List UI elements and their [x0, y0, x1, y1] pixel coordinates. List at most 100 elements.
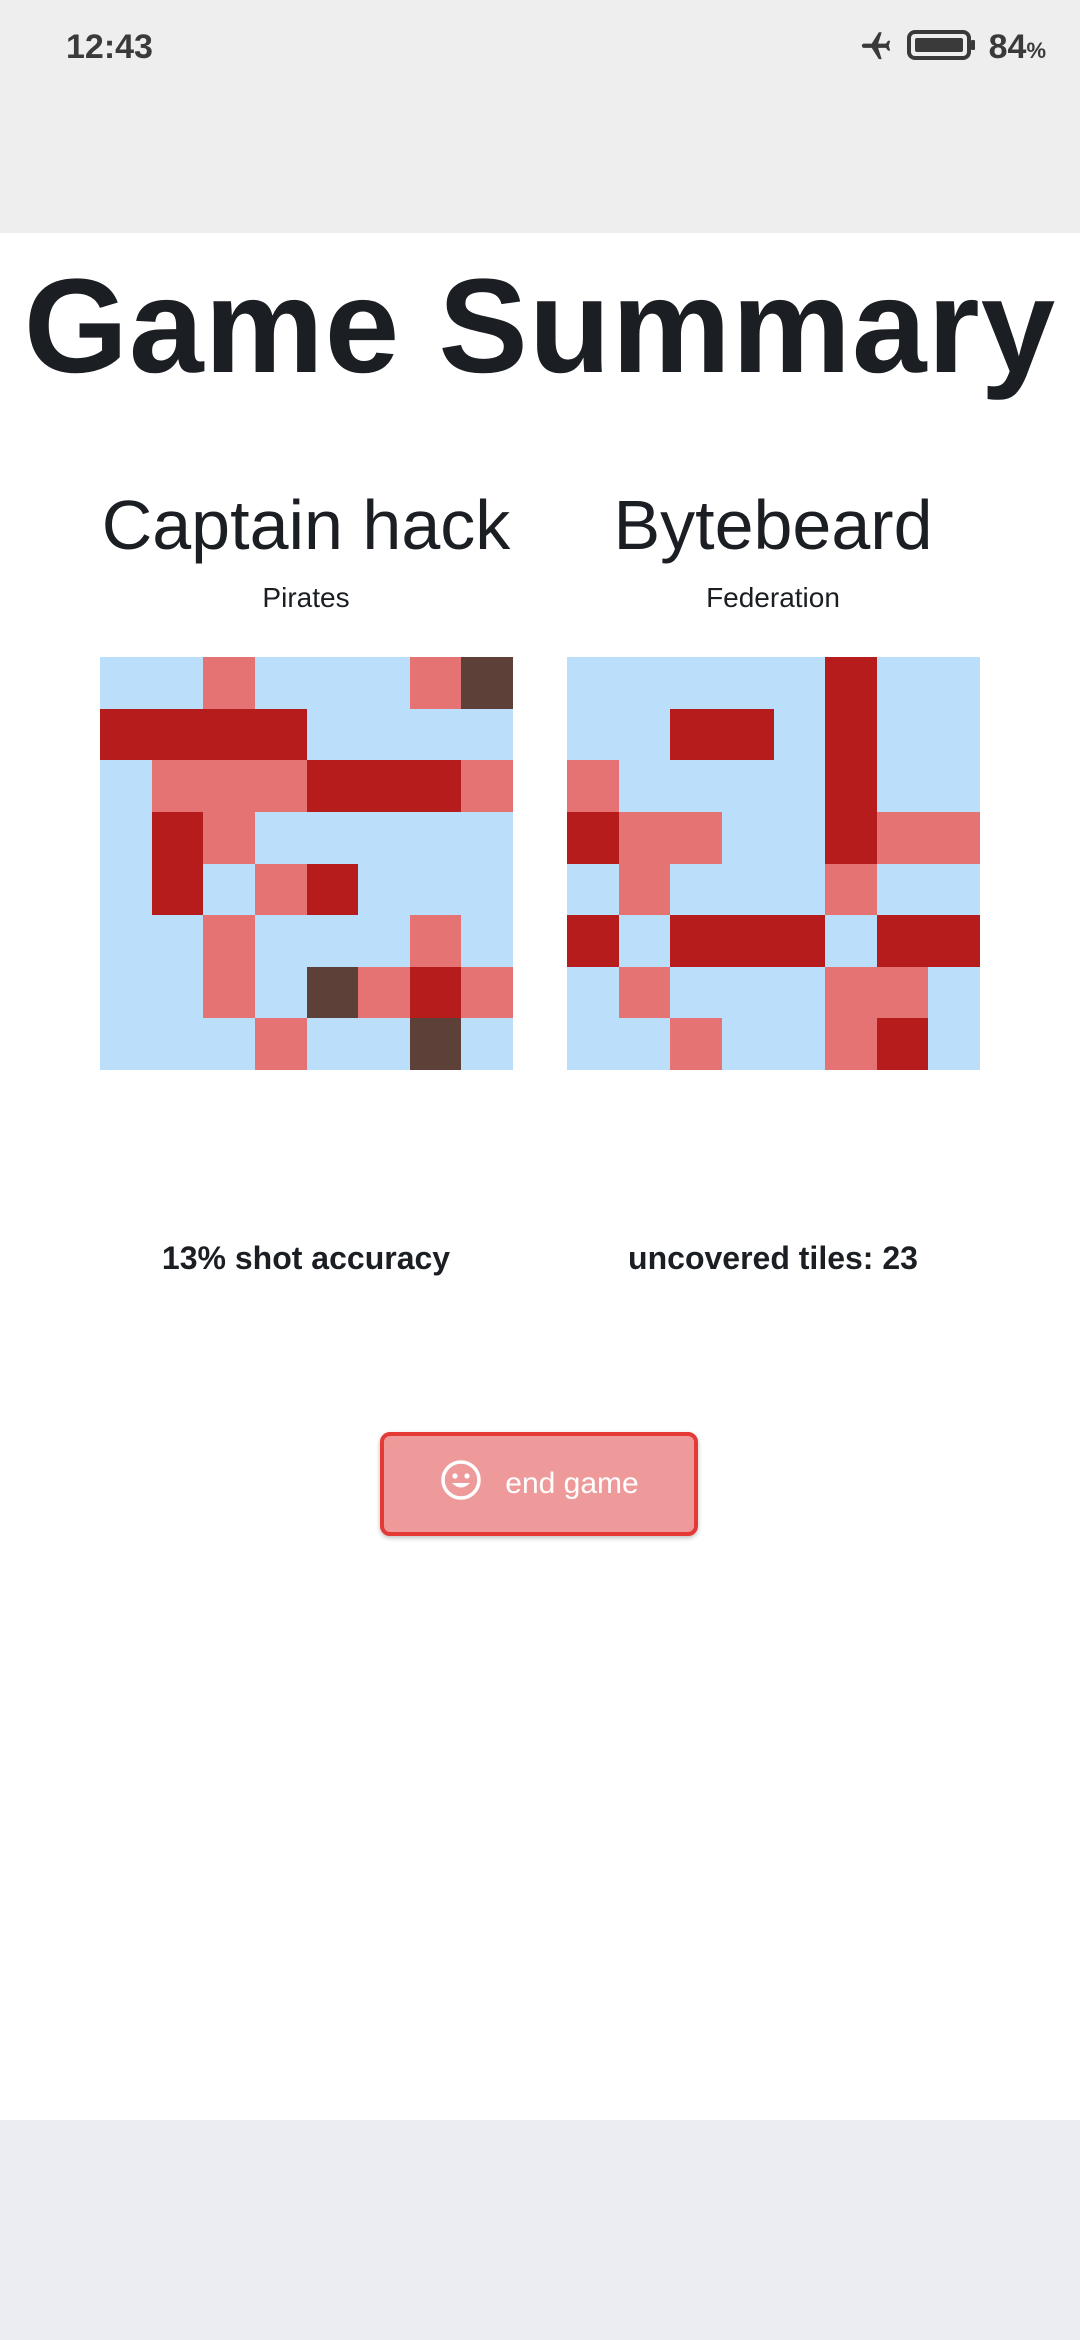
miss-tile [409, 657, 462, 709]
water-tile [721, 811, 774, 864]
player-1-board [100, 657, 513, 1070]
water-tile [773, 1018, 826, 1070]
water-tile [100, 863, 152, 916]
player-2-stat: uncovered tiles: 23 [628, 1240, 918, 1276]
water-tile [151, 1018, 204, 1070]
hit-tile [567, 915, 619, 967]
water-tile [567, 708, 619, 761]
hit-tile [670, 915, 722, 967]
miss-tile [618, 966, 671, 1019]
miss-tile [203, 811, 255, 864]
miss-tile [151, 760, 204, 812]
water-tile [876, 657, 929, 709]
water-tile [928, 708, 980, 761]
water-tile [928, 966, 980, 1019]
water-tile [306, 708, 359, 761]
hit-tile [928, 915, 980, 967]
water-tile [461, 915, 513, 967]
hit-tile [825, 760, 877, 812]
water-tile [618, 657, 671, 709]
water-tile [461, 811, 513, 864]
water-tile [100, 966, 152, 1019]
water-tile [100, 1018, 152, 1070]
hit-tile [409, 966, 462, 1019]
water-tile [773, 863, 826, 916]
water-tile [306, 1018, 359, 1070]
hit-tile [306, 760, 359, 812]
water-tile [876, 708, 929, 761]
hit-tile [254, 708, 307, 761]
hit-tile [306, 863, 359, 916]
water-tile [358, 657, 410, 709]
hit-tile [151, 811, 204, 864]
water-tile [409, 863, 462, 916]
miss-tile [670, 811, 722, 864]
water-tile [670, 760, 722, 812]
hit-tile [151, 708, 204, 761]
miss-tile [876, 811, 929, 864]
hit-tile [773, 915, 826, 967]
water-tile [567, 1018, 619, 1070]
water-tile [721, 863, 774, 916]
water-tile [203, 1018, 255, 1070]
water-tile [928, 1018, 980, 1070]
water-tile [618, 1018, 671, 1070]
water-tile [306, 657, 359, 709]
water-tile [721, 1018, 774, 1070]
water-tile [618, 915, 671, 967]
water-tile [721, 657, 774, 709]
water-tile [151, 657, 204, 709]
water-tile [358, 863, 410, 916]
hit-tile [203, 708, 255, 761]
page-title: Game Summary [23, 252, 1057, 401]
status-time: 12:43 [66, 28, 153, 66]
player-1-faction: Pirates [262, 582, 350, 613]
hit-tile [151, 863, 204, 916]
miss-tile [928, 811, 980, 864]
navigation-bar-area [0, 2120, 1080, 2340]
battery-percent: 84% [988, 28, 1046, 66]
airplane-mode-icon [857, 28, 895, 67]
miss-tile [254, 760, 307, 812]
miss-tile [203, 657, 255, 709]
miss-tile [203, 760, 255, 812]
hit-tile [876, 915, 929, 967]
water-tile [773, 811, 826, 864]
player-1-stat: 13% shot accuracy [161, 1240, 451, 1276]
hit-tile [825, 708, 877, 761]
player-1-header: Captain hack Pirates [56, 480, 556, 614]
miss-tile [825, 966, 877, 1019]
sunk-tile [409, 1018, 462, 1070]
water-tile [928, 657, 980, 709]
player-2-header: Bytebeard Federation [523, 480, 1023, 614]
miss-tile [876, 966, 929, 1019]
water-tile [409, 811, 462, 864]
water-tile [618, 708, 671, 761]
miss-tile [254, 1018, 307, 1070]
miss-tile [670, 1018, 722, 1070]
hit-tile [721, 708, 774, 761]
water-tile [670, 966, 722, 1019]
water-tile [151, 915, 204, 967]
water-tile [721, 760, 774, 812]
water-tile [773, 966, 826, 1019]
water-tile [100, 811, 152, 864]
end-game-button[interactable]: end game [380, 1432, 698, 1536]
hit-tile [825, 657, 877, 709]
water-tile [306, 915, 359, 967]
end-game-label: end game [505, 1467, 639, 1500]
miss-tile [409, 915, 462, 967]
player-2-board [567, 657, 980, 1070]
water-tile [358, 811, 410, 864]
water-tile [254, 657, 307, 709]
water-tile [928, 863, 980, 916]
player-1-name: Captain hack [101, 486, 511, 564]
smiley-face-icon [439, 1458, 483, 1510]
water-tile [876, 863, 929, 916]
water-tile [358, 915, 410, 967]
water-tile [151, 966, 204, 1019]
water-tile [928, 760, 980, 812]
water-tile [254, 811, 307, 864]
water-tile [306, 811, 359, 864]
water-tile [358, 1018, 410, 1070]
